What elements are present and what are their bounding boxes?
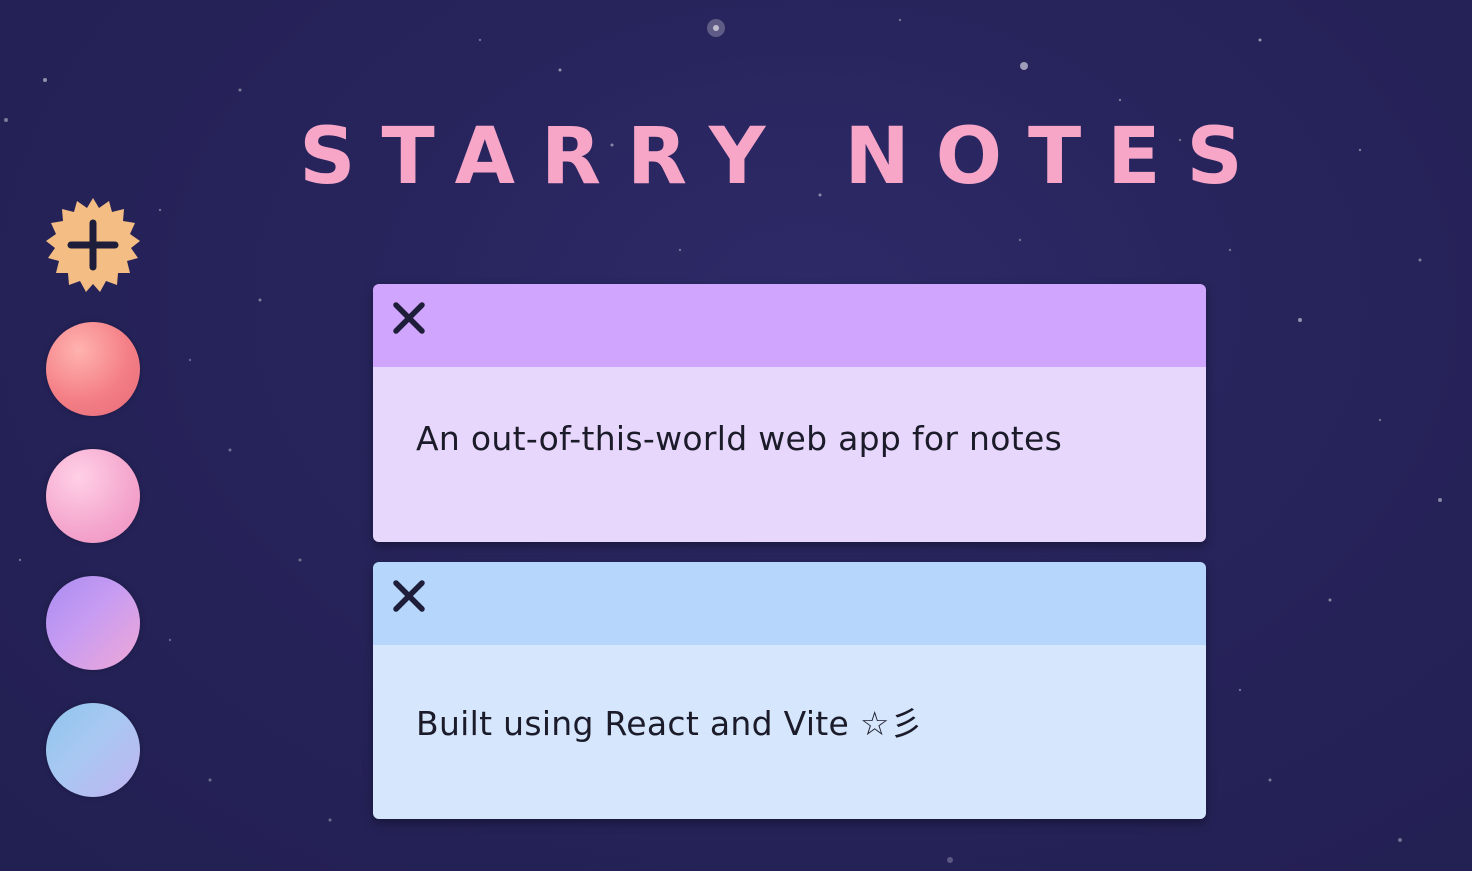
add-note-button[interactable] — [44, 196, 142, 294]
color-swatch-pink[interactable] — [46, 449, 140, 543]
close-note-button[interactable] — [391, 578, 427, 614]
note-body[interactable]: An out-of-this-world web app for notes — [373, 367, 1206, 542]
note-text[interactable]: Built using React and Vite ☆彡 — [416, 697, 923, 745]
note-body[interactable]: Built using React and Vite ☆彡 — [373, 645, 1206, 819]
note-text[interactable]: An out-of-this-world web app for notes — [416, 419, 1062, 458]
close-icon — [393, 302, 425, 334]
color-swatch-blue[interactable] — [46, 703, 140, 797]
note-card[interactable]: Built using React and Vite ☆彡 — [373, 562, 1206, 819]
note-card[interactable]: An out-of-this-world web app for notes — [373, 284, 1206, 542]
color-swatch-purple[interactable] — [46, 576, 140, 670]
close-icon — [393, 580, 425, 612]
close-note-button[interactable] — [391, 300, 427, 336]
color-swatch-red[interactable] — [46, 322, 140, 416]
note-header[interactable] — [373, 562, 1206, 645]
note-header[interactable] — [373, 284, 1206, 367]
app-title: STARRY NOTES — [299, 112, 1269, 202]
plus-icon — [46, 198, 140, 292]
